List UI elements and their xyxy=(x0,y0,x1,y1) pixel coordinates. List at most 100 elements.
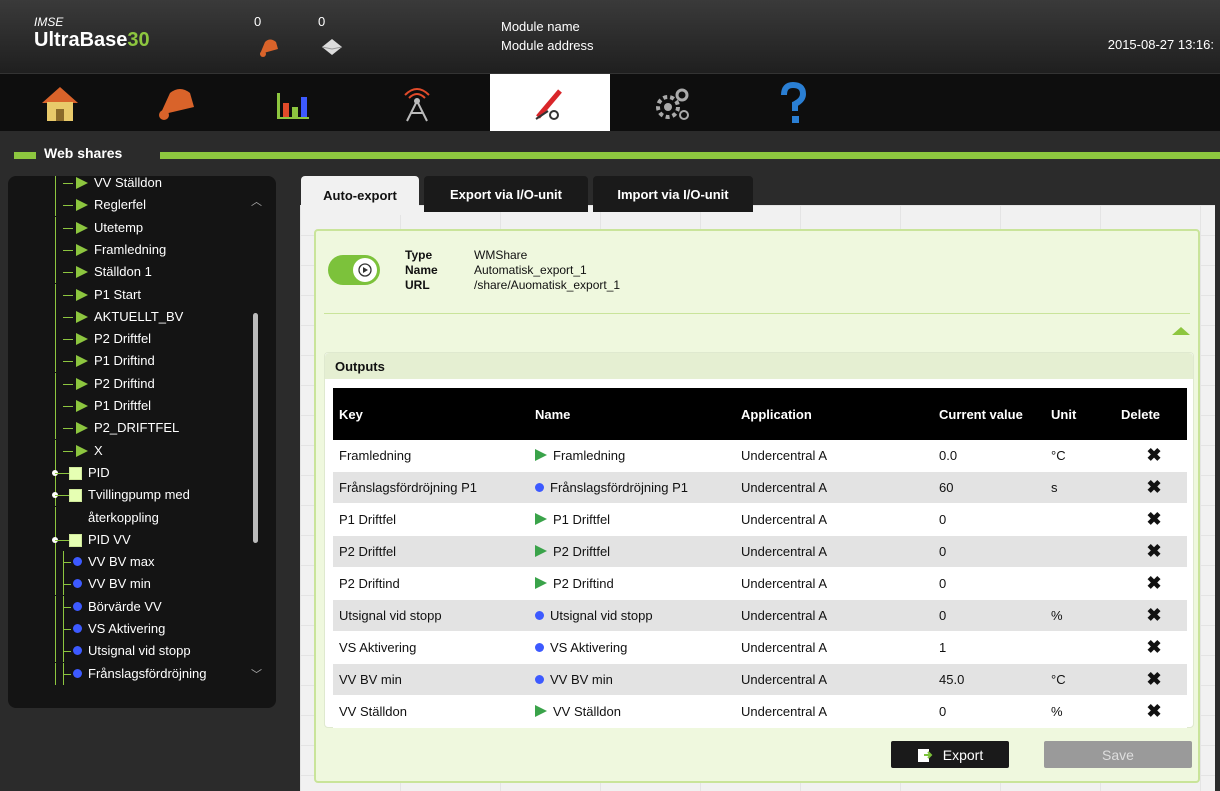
alarm-bell-icon[interactable] xyxy=(257,36,281,58)
cell-key: VS Aktivering xyxy=(333,631,529,664)
tree-item[interactable]: X xyxy=(8,439,248,462)
table-row[interactable]: P2 Driftind P2 Driftind Undercentral A 0 ✖ xyxy=(333,567,1187,600)
section-header: Web shares xyxy=(0,131,1220,174)
tree-item[interactable]: Tvillingpump med xyxy=(8,484,248,507)
tree-item[interactable]: VV Ställdon xyxy=(8,176,248,194)
tab-import-io[interactable]: Import via I/O-unit xyxy=(593,176,753,212)
tree-item[interactable]: P1 Driftind xyxy=(8,350,248,373)
tree-item-label: VV BV max xyxy=(88,554,155,570)
tree-connector xyxy=(55,595,56,618)
tree-connector xyxy=(55,283,56,306)
cell-unit xyxy=(1045,631,1115,664)
table-row[interactable]: P2 Driftfel P2 Driftfel Undercentral A 0 ✖ xyxy=(333,535,1187,568)
tree-item[interactable]: återkoppling xyxy=(8,506,248,529)
delete-icon[interactable]: ✖ xyxy=(1115,535,1187,568)
tree-connector xyxy=(55,238,56,261)
table-row[interactable]: VV BV min VV BV min Undercentral A 45.0 °C ✖ xyxy=(333,663,1187,696)
table-row[interactable]: Framledning Framledning Undercentral A 0.0 °… xyxy=(333,440,1187,472)
col-name[interactable]: Name xyxy=(529,388,735,440)
tree-scrollbar[interactable]: ︿ ﹀ xyxy=(249,176,263,708)
nav-trends[interactable] xyxy=(233,74,353,132)
col-delete[interactable]: Delete xyxy=(1115,388,1187,440)
nav-help[interactable] xyxy=(733,74,853,132)
tree-connector xyxy=(63,227,73,229)
scroll-up-icon[interactable]: ︿ xyxy=(251,193,262,209)
top-bar: IMSE UltraBase30 0 0 Module name Module … xyxy=(0,0,1220,73)
delete-icon[interactable]: ✖ xyxy=(1115,695,1187,728)
tree-item[interactable]: P2 Driftfel xyxy=(8,328,248,351)
tree-item[interactable]: Ställdon 1 xyxy=(8,261,248,284)
delete-icon[interactable]: ✖ xyxy=(1115,567,1187,600)
tree-item-label: X xyxy=(94,442,103,458)
cell-name-text: P2 Driftind xyxy=(553,576,614,591)
tree-item[interactable]: P2_DRIFTFEL xyxy=(8,417,248,440)
tree-item[interactable]: P2 Driftind xyxy=(8,372,248,395)
table-header-row: Key Name Application Current value Unit … xyxy=(333,388,1187,440)
tree-item[interactable]: P1 Driftfel xyxy=(8,395,248,417)
envelope-icon[interactable] xyxy=(320,36,344,58)
nav-home[interactable] xyxy=(0,74,120,132)
delete-icon[interactable]: ✖ xyxy=(1115,471,1187,504)
scroll-thumb[interactable] xyxy=(253,313,258,543)
tree-item[interactable]: VV BV max xyxy=(8,551,248,574)
col-current-value[interactable]: Current value xyxy=(933,388,1045,440)
tree-connector xyxy=(63,294,73,296)
cell-unit: °C xyxy=(1045,440,1115,472)
table-row[interactable]: P1 Driftfel P1 Driftfel Undercentral A 0 ✖ xyxy=(333,503,1187,536)
col-unit[interactable]: Unit xyxy=(1045,388,1115,440)
save-button[interactable]: Save xyxy=(1044,741,1192,768)
brand-main: UltraBase xyxy=(34,29,128,51)
nav-configuration[interactable] xyxy=(612,74,732,132)
tree-item-label: PID xyxy=(88,464,110,480)
tree-connector xyxy=(55,261,56,284)
delete-icon[interactable]: ✖ xyxy=(1115,440,1187,472)
table-row[interactable]: VV Ställdon VV Ställdon Undercentral A 0% ✖ xyxy=(333,695,1187,728)
variable-dot-icon xyxy=(73,579,82,589)
tree-item-label: Utetemp xyxy=(94,219,144,235)
cell-current-value: 0 xyxy=(933,503,1045,536)
tree-item[interactable]: Börvärde VV xyxy=(8,595,248,618)
collapse-up-icon[interactable] xyxy=(1172,327,1190,335)
outputs-table: Key Name Application Current value Unit … xyxy=(333,388,1187,728)
brand-sub: IMSE xyxy=(34,15,64,29)
delete-icon[interactable]: ✖ xyxy=(1115,663,1187,696)
export-button[interactable]: Export xyxy=(891,741,1009,768)
tree-item[interactable]: Reglerfel xyxy=(8,194,248,217)
output-arrow-icon xyxy=(76,355,88,368)
tree-item[interactable]: VS Aktivering xyxy=(8,618,248,640)
tab-auto-export[interactable]: Auto-export xyxy=(301,176,419,215)
nav-settings[interactable] xyxy=(490,74,610,132)
brand-logo[interactable]: UltraBase30 xyxy=(34,29,150,52)
tree-item[interactable]: VV BV min xyxy=(8,573,248,596)
nav-alarms[interactable] xyxy=(116,74,236,132)
table-row[interactable]: VS Aktivering VS Aktivering Undercentral A… xyxy=(333,631,1187,664)
share-enable-toggle[interactable] xyxy=(328,255,380,285)
col-key[interactable]: Key xyxy=(333,388,529,440)
delete-icon[interactable]: ✖ xyxy=(1115,503,1187,536)
delete-icon[interactable]: ✖ xyxy=(1115,599,1187,632)
outputs-section: Outputs Key Name Application Current val… xyxy=(324,352,1194,728)
tree-item[interactable]: Framledning xyxy=(8,238,248,261)
tree-item[interactable]: PID VV xyxy=(8,528,248,551)
signal-tree[interactable]: VV Ställdon Reglerfel Utetemp Framledning St… xyxy=(8,176,276,708)
module-address: Module address xyxy=(501,38,594,53)
tree-item[interactable]: AKTUELLT_BV xyxy=(8,305,248,328)
tree-connector xyxy=(63,606,71,608)
tree-item[interactable]: Utetemp xyxy=(8,216,248,239)
tree-item-label: återkoppling xyxy=(88,509,159,525)
col-application[interactable]: Application xyxy=(735,388,933,440)
scroll-down-icon[interactable]: ﹀ xyxy=(251,666,262,682)
tree-item[interactable]: Utsignal vid stopp xyxy=(8,640,248,663)
tree-item[interactable]: PID xyxy=(8,461,248,484)
table-row[interactable]: Utsignal vid stopp Utsignal vid stopp Unde… xyxy=(333,599,1187,632)
variable-dot-icon xyxy=(535,483,544,492)
brand-num: 30 xyxy=(127,29,150,51)
cell-name: Framledning xyxy=(529,440,735,472)
tree-item[interactable]: Frånslagsfördröjning xyxy=(8,662,248,685)
output-arrow-icon xyxy=(535,449,547,461)
nav-communication[interactable] xyxy=(357,74,477,132)
delete-icon[interactable]: ✖ xyxy=(1115,631,1187,664)
tree-item[interactable]: P1 Start xyxy=(8,283,248,306)
table-row[interactable]: Frånslagsfördröjning P1 Frånslagsfördröjn… xyxy=(333,471,1187,504)
tab-export-io[interactable]: Export via I/O-unit xyxy=(424,176,588,212)
